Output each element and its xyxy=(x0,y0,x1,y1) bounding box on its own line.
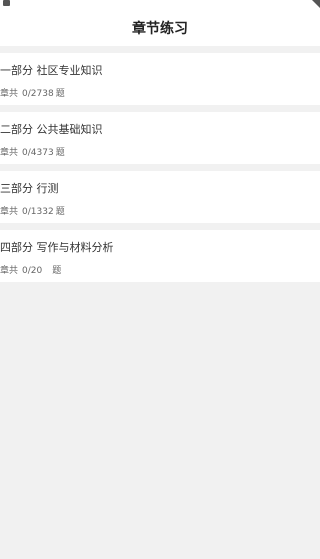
chapter-meta: 章共 0/1332 题 xyxy=(0,204,65,217)
chapter-meta: 章共 0/2738 题 xyxy=(0,86,65,99)
chapter-unit: 题 xyxy=(55,207,65,217)
chapter-meta-label: 章共 xyxy=(0,89,19,99)
chapter-list: 一部分 社区专业知识 章共 0/2738 题 二部分 公共基础知识 章共 0/4373… xyxy=(0,53,320,289)
sim-icon xyxy=(3,0,10,6)
chapter-unit: 题 xyxy=(55,89,65,99)
chapter-name: 四部分 写作与材料分析 xyxy=(0,241,114,254)
app-header: 章节练习 xyxy=(0,10,320,46)
chapter-progress: 0/2738 xyxy=(22,89,54,99)
chapter-item-4[interactable]: 四部分 写作与材料分析 章共 0/20 题 xyxy=(0,230,320,282)
chapter-name: 二部分 公共基础知识 xyxy=(0,123,103,136)
chapter-meta-label: 章共 xyxy=(0,266,19,276)
chapter-meta-label: 章共 xyxy=(0,207,19,217)
chapter-item-1[interactable]: 一部分 社区专业知识 章共 0/2738 题 xyxy=(0,53,320,105)
status-bar xyxy=(0,0,320,10)
page-title: 章节练习 xyxy=(132,21,188,37)
chapter-unit: 题 xyxy=(55,148,65,158)
chapter-progress: 0/4373 xyxy=(22,148,54,158)
chapter-item-3[interactable]: 三部分 行测 章共 0/1332 题 xyxy=(0,171,320,223)
chapter-meta: 章共 0/4373 题 xyxy=(0,145,65,158)
chapter-item-2[interactable]: 二部分 公共基础知识 章共 0/4373 题 xyxy=(0,112,320,164)
chapter-progress: 0/1332 xyxy=(22,207,54,217)
chapter-progress: 0/20 xyxy=(22,266,43,276)
chapter-name: 三部分 行测 xyxy=(0,182,59,195)
chapter-unit: 题 xyxy=(52,266,62,276)
chapter-meta-label: 章共 xyxy=(0,148,19,158)
chapter-meta: 章共 0/20 题 xyxy=(0,263,61,276)
signal-icon xyxy=(312,0,320,8)
chapter-name: 一部分 社区专业知识 xyxy=(0,64,103,77)
